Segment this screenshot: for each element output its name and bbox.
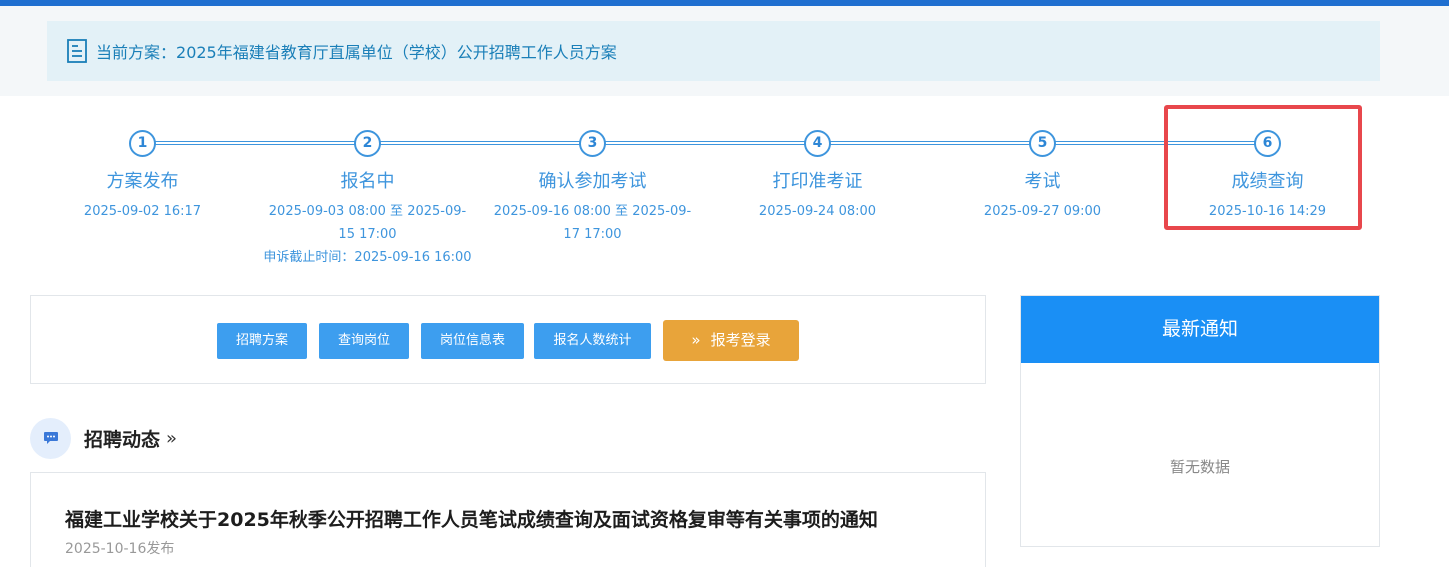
- registration-stats-button[interactable]: 报名人数统计: [534, 323, 651, 359]
- news-item-date: 2025-10-16发布: [65, 541, 175, 557]
- double-chevron-icon: »: [691, 331, 701, 349]
- recruitment-news-title[interactable]: 招聘动态: [84, 425, 160, 452]
- step-number: 3: [579, 130, 606, 157]
- step-number: 4: [804, 130, 831, 157]
- query-post-button[interactable]: 查询岗位: [319, 323, 409, 359]
- exam-login-label: 报考登录: [710, 331, 771, 349]
- step-name: 打印准考证: [772, 171, 863, 192]
- step-4: 4 打印准考证 2025-09-24 08:00: [705, 130, 930, 223]
- news-list: 福建工业学校关于2025年秋季公开招聘工作人员笔试成绩查询及面试资格复审等有关事…: [30, 472, 986, 567]
- plan-area: 当前方案： 2025年福建省教育厅直属单位（学校）公开招聘工作人员方案: [0, 6, 1449, 96]
- document-icon: [67, 39, 87, 63]
- step-date: 2025-09-27 09:00: [983, 204, 1102, 219]
- plan-title: 2025年福建省教育厅直属单位（学校）公开招聘工作人员方案: [176, 43, 617, 62]
- step-number: 6: [1254, 130, 1281, 157]
- latest-notice-title: 最新通知: [1021, 296, 1379, 363]
- action-button-panel: 招聘方案 查询岗位 岗位信息表 报名人数统计 » 报考登录: [30, 295, 986, 384]
- step-1: 1 方案发布 2025-09-02 16:17: [30, 130, 255, 223]
- step-name: 确认参加考试: [538, 171, 647, 192]
- exam-login-button[interactable]: » 报考登录: [663, 320, 799, 361]
- step-number: 2: [354, 130, 381, 157]
- step-name: 考试: [1024, 171, 1061, 192]
- plan-label: 当前方案：: [96, 43, 177, 62]
- step-appeal-deadline: 申诉截止时间：2025-09-16 16:00: [263, 250, 472, 265]
- plan-banner: 当前方案： 2025年福建省教育厅直属单位（学校）公开招聘工作人员方案: [47, 21, 1380, 81]
- step-date: 2025-09-24 08:00: [758, 204, 877, 219]
- step-name: 报名中: [340, 171, 395, 192]
- step-6-highlight: [1164, 105, 1362, 230]
- news-item-title-link[interactable]: 福建工业学校关于2025年秋季公开招聘工作人员笔试成绩查询及面试资格复审等有关事…: [65, 505, 878, 532]
- step-date: 2025-09-02 16:17: [83, 204, 202, 219]
- chat-bubble-icon: [30, 417, 71, 459]
- latest-notice-panel: 最新通知 暂无数据: [1020, 295, 1380, 547]
- step-3: 3 确认参加考试 2025-09-16 08:00 至 2025-09-17 1…: [480, 130, 705, 246]
- recruitment-news-header: 招聘动态 »: [30, 417, 177, 459]
- step-5: 5 考试 2025-09-27 09:00: [930, 130, 1155, 223]
- post-info-table-button[interactable]: 岗位信息表: [421, 323, 524, 359]
- step-name: 方案发布: [106, 171, 179, 192]
- double-chevron-right-icon[interactable]: »: [166, 428, 177, 449]
- step-date: 2025-09-16 08:00 至 2025-09-17 17:00: [493, 204, 692, 242]
- step-number: 1: [129, 130, 156, 157]
- recruitment-plan-button[interactable]: 招聘方案: [217, 323, 307, 359]
- step-date: 2025-09-03 08:00 至 2025-09-15 17:00: [268, 204, 467, 242]
- step-number: 5: [1029, 130, 1056, 157]
- notice-empty-text: 暂无数据: [1169, 458, 1230, 476]
- step-2: 2 报名中 2025-09-03 08:00 至 2025-09-15 17:0…: [255, 130, 480, 269]
